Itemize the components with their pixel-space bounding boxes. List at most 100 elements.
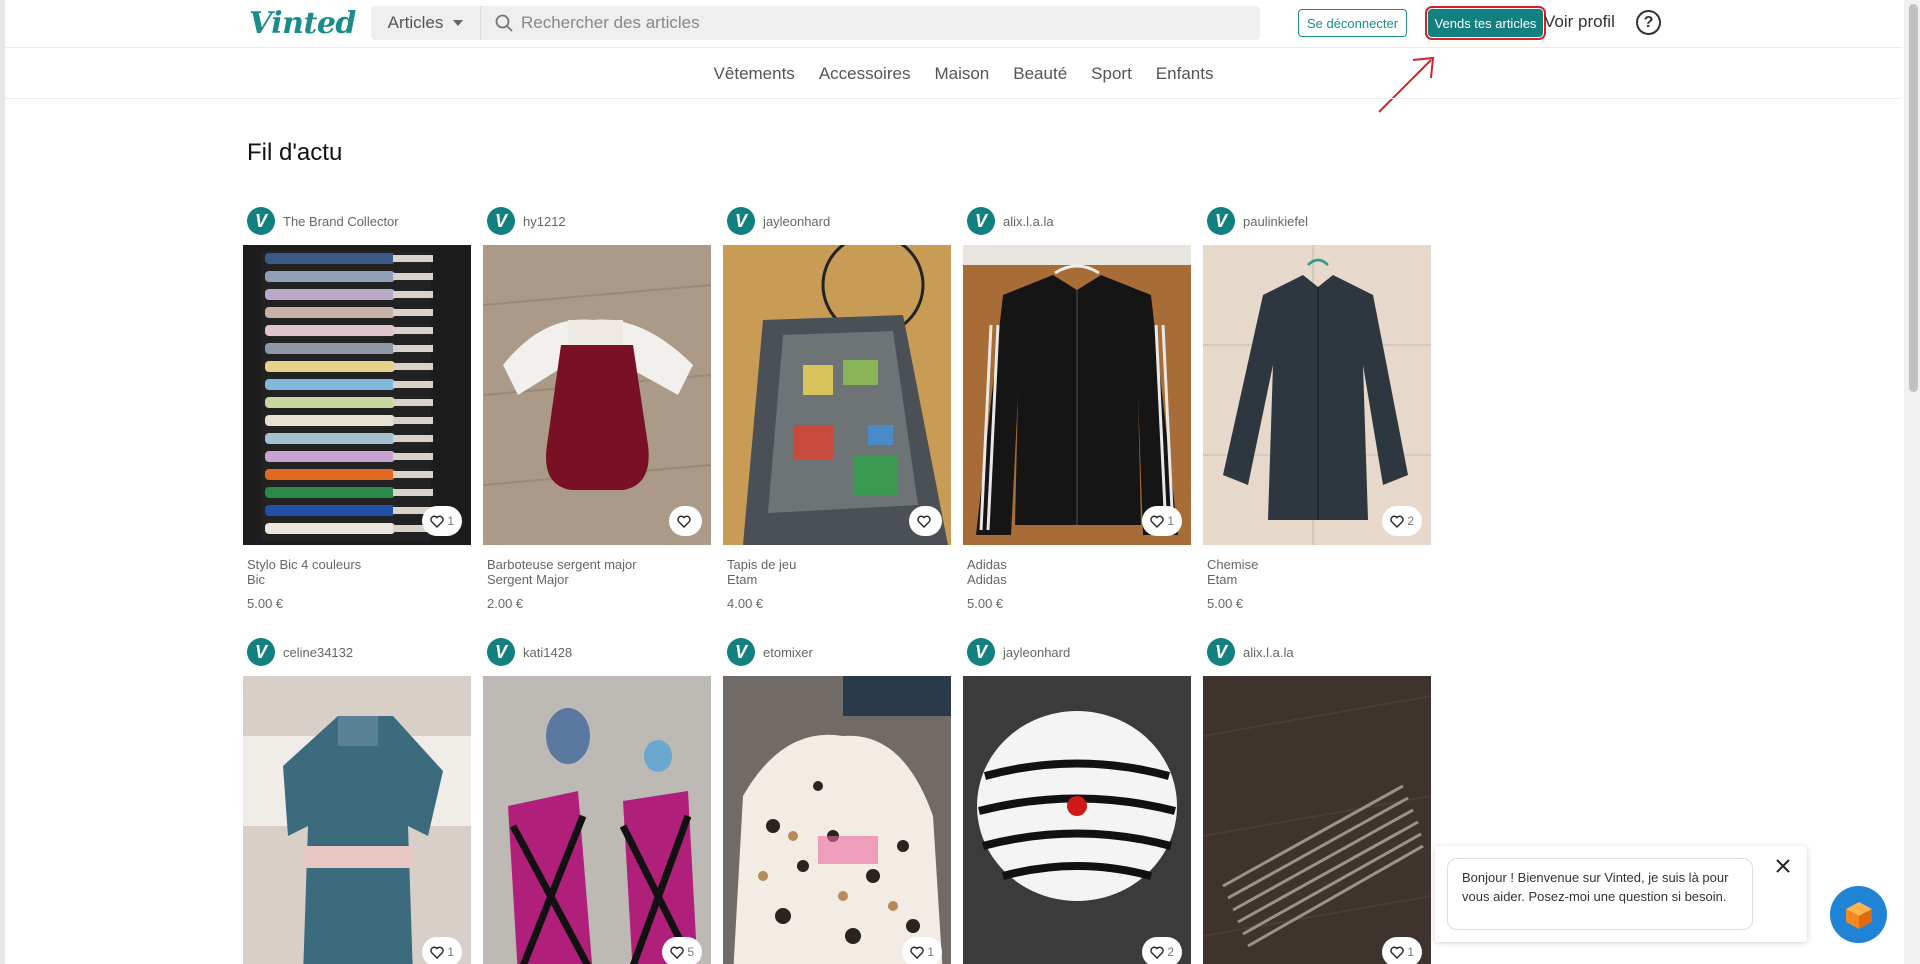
seller-avatar: V (1207, 207, 1235, 235)
seller-info[interactable]: V jayleonhard (723, 206, 951, 236)
item-brand: Etam (1207, 572, 1238, 587)
page-scrollbar[interactable] (1904, 0, 1920, 964)
favorite-button[interactable]: 2 (1142, 937, 1182, 964)
chat-popup: Bonjour ! Bienvenue sur Vinted, je suis … (1435, 846, 1807, 942)
item-meta: Stylo Bic 4 couleurs Bic 5.00 € (243, 557, 471, 611)
item-title: Tapis de jeu (727, 557, 797, 572)
sell-items-button[interactable]: Vends tes articles (1425, 6, 1546, 40)
item-card[interactable]: V hy1212 Barboteuse sergent major Sergen… (483, 206, 711, 611)
search-input[interactable] (521, 13, 1221, 33)
help-icon[interactable]: ? (1636, 10, 1661, 35)
seller-name: alix.l.a.la (1243, 644, 1294, 660)
heart-icon (430, 946, 445, 959)
favorite-button[interactable]: 1 (902, 937, 942, 964)
item-meta: Tapis de jeu Etam 4.00 € (723, 557, 951, 611)
favorite-button[interactable]: 2 (1382, 506, 1422, 536)
item-brand: Sergent Major (487, 572, 569, 587)
chat-launcher-button[interactable] (1830, 886, 1887, 943)
item-card[interactable]: V kati1428 5 (483, 637, 711, 964)
scrollbar-thumb[interactable] (1909, 4, 1918, 392)
seller-info[interactable]: V hy1212 (483, 206, 711, 236)
item-photo[interactable] (483, 245, 711, 545)
search-bar: Articles (371, 6, 1260, 40)
item-card[interactable]: V The Brand Collector 1 Stylo Bic 4 coul… (243, 206, 471, 611)
nav-item-enfants[interactable]: Enfants (1156, 64, 1214, 84)
search-category-select[interactable]: Articles (371, 6, 481, 40)
seller-info[interactable]: V The Brand Collector (243, 206, 471, 236)
favorite-button[interactable] (909, 506, 942, 536)
seller-name: kati1428 (523, 644, 573, 660)
seller-avatar: V (1207, 638, 1235, 666)
item-card[interactable]: V celine34132 1 (243, 637, 471, 964)
favorite-button[interactable]: 1 (422, 506, 462, 536)
heart-icon (1390, 946, 1405, 959)
item-photo[interactable]: 2 (1203, 245, 1431, 545)
nav-item-accessoires[interactable]: Accessoires (819, 64, 911, 84)
item-meta: Chemise Etam 5.00 € (1203, 557, 1431, 611)
seller-avatar: V (727, 207, 755, 235)
nav-item-vetements[interactable]: Vêtements (714, 64, 795, 84)
favorite-button[interactable]: 1 (1382, 937, 1422, 964)
item-card[interactable]: V paulinkiefel 2 Chemise Etam 5.00 € (1203, 206, 1431, 611)
item-photo[interactable]: 1 (963, 245, 1191, 545)
view-profile-link[interactable]: Voir profil (1544, 12, 1615, 32)
favorite-button[interactable] (669, 506, 702, 536)
seller-name: paulinkiefel (1243, 213, 1309, 229)
favorite-button[interactable]: 1 (422, 937, 462, 964)
nav-item-beaute[interactable]: Beauté (1013, 64, 1067, 84)
item-photo[interactable]: 1 (243, 245, 471, 545)
heart-icon (1390, 515, 1405, 528)
item-photo[interactable]: 5 (483, 676, 711, 964)
seller-avatar: V (247, 638, 275, 666)
logout-button[interactable]: Se déconnecter (1298, 9, 1407, 37)
seller-name: hy1212 (523, 213, 566, 229)
item-price: 5.00 € (1207, 596, 1244, 611)
favorite-count: 1 (1407, 945, 1414, 959)
seller-info[interactable]: V paulinkiefel (1203, 206, 1431, 236)
favorite-count: 2 (1167, 945, 1174, 959)
item-photo[interactable]: 1 (243, 676, 471, 964)
favorite-count: 1 (1167, 514, 1174, 528)
seller-name: celine34132 (283, 644, 354, 660)
seller-avatar: V (487, 638, 515, 666)
favorite-count: 2 (1407, 514, 1414, 528)
item-photo[interactable]: 1 (1203, 676, 1431, 964)
item-title: Barboteuse sergent major (487, 557, 637, 572)
item-photo-image (723, 676, 951, 964)
item-photo-image (1203, 676, 1431, 964)
heart-icon (430, 515, 445, 528)
feed-title: Fil d'actu (247, 139, 343, 166)
item-card[interactable]: V etomixer 1 (723, 637, 951, 964)
seller-info[interactable]: V etomixer (723, 637, 951, 667)
item-photo[interactable]: 2 (963, 676, 1191, 964)
favorite-button[interactable]: 1 (1142, 506, 1182, 536)
seller-info[interactable]: V jayleonhard (963, 637, 1191, 667)
item-photo[interactable] (723, 245, 951, 545)
seller-avatar: V (247, 207, 275, 235)
vinted-logo[interactable]: Vinted (249, 6, 356, 41)
item-photo[interactable]: 1 (723, 676, 951, 964)
heart-icon (1150, 946, 1165, 959)
seller-info[interactable]: V alix.l.a.la (1203, 637, 1431, 667)
item-brand: Bic (247, 572, 266, 587)
seller-info[interactable]: V alix.l.a.la (963, 206, 1191, 236)
search-icon (493, 12, 515, 34)
item-card[interactable]: V jayleonhard 2 (963, 637, 1191, 964)
item-title: Chemise (1207, 557, 1259, 572)
item-card[interactable]: V jayleonhard Tapis de jeu Etam 4.00 € (723, 206, 951, 611)
heart-icon (910, 946, 925, 959)
favorite-button[interactable]: 5 (662, 937, 702, 964)
item-card[interactable]: V alix.l.a.la 1 (963, 206, 1191, 611)
item-meta: Adidas Adidas 5.00 € (963, 557, 1191, 611)
seller-info[interactable]: V kati1428 (483, 637, 711, 667)
item-card[interactable]: V alix.l.a.la 1 (1203, 637, 1431, 964)
chat-message: Bonjour ! Bienvenue sur Vinted, je suis … (1447, 858, 1753, 930)
item-photo-image (483, 245, 711, 545)
nav-item-sport[interactable]: Sport (1091, 64, 1132, 84)
seller-info[interactable]: V celine34132 (243, 637, 471, 667)
nav-item-maison[interactable]: Maison (934, 64, 989, 84)
page: Vinted Articles Se déconnecter Vends tes… (0, 0, 1920, 964)
close-icon[interactable] (1773, 856, 1793, 876)
item-photo-image (963, 245, 1191, 545)
seller-name: jayleonhard (763, 213, 831, 229)
